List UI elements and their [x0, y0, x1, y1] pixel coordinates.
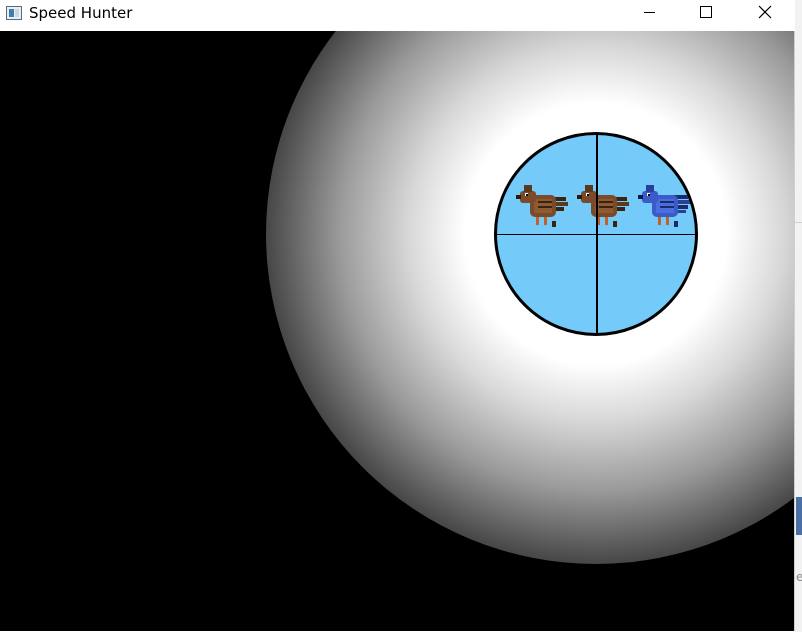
blue-bird[interactable] [638, 183, 694, 231]
brown-bird[interactable] [516, 183, 572, 231]
game-window: Speed Hunter [0, 0, 795, 632]
game-canvas[interactable] [0, 31, 795, 631]
blue-bird-sprite [638, 185, 690, 227]
minimize-button[interactable] [626, 0, 672, 31]
maximize-button[interactable] [683, 0, 729, 31]
rifle-scope[interactable] [494, 132, 698, 336]
background-divider [795, 222, 802, 223]
brown-bird-sprite [577, 185, 629, 227]
crosshair-horizontal [497, 234, 695, 235]
app-window-icon [6, 6, 22, 20]
background-desktop [795, 0, 802, 632]
background-text: e [796, 570, 802, 584]
window-title: Speed Hunter [29, 4, 133, 22]
brown-bird[interactable] [577, 183, 633, 231]
close-icon [758, 5, 772, 19]
background-taskbar-element [796, 497, 802, 535]
minimize-icon [644, 12, 655, 13]
close-button[interactable] [742, 0, 788, 31]
maximize-icon [700, 6, 712, 18]
brown-bird-sprite [516, 185, 568, 227]
title-bar[interactable]: Speed Hunter [0, 0, 795, 31]
